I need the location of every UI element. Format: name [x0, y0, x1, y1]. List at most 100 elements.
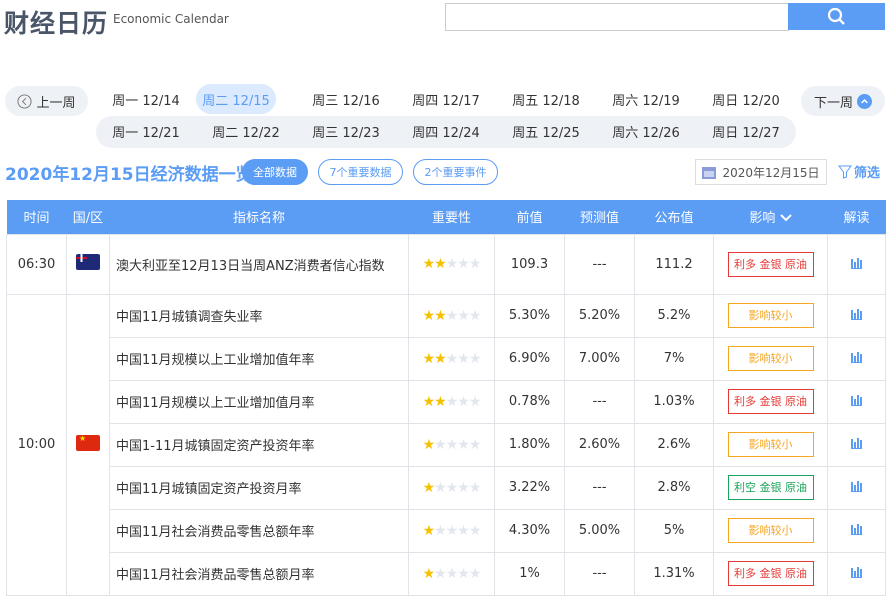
day-tab[interactable]: 周一 12/21 — [96, 116, 196, 146]
day-tab[interactable]: 周四 12/17 — [396, 84, 496, 114]
previous-value: 1% — [494, 551, 565, 596]
indicator-name[interactable]: 中国1-11月城镇固定资产投资年率 — [109, 422, 409, 467]
bar-chart-icon[interactable] — [851, 395, 862, 406]
indicator-name[interactable]: 中国11月城镇固定资产投资月率 — [109, 465, 409, 510]
importance-cell: ★★★★★ — [408, 336, 495, 381]
indicator-name[interactable]: 中国11月城镇调查失业率 — [109, 293, 409, 338]
indicator-name[interactable]: 中国11月规模以上工业增加值月率 — [109, 379, 409, 424]
col-forecast: 预测值 — [564, 200, 635, 234]
importance-cell: ★★★★★ — [408, 508, 495, 553]
filter-button[interactable]: 筛选 — [838, 162, 880, 181]
previous-value: 4.30% — [494, 508, 565, 553]
star-icon: ★ — [457, 307, 470, 324]
table-row: 中国11月规模以上工业增加值年率 ★★★★★ 6.90% 7.00% 7% 影响较小 — [7, 336, 886, 381]
summary-title: 2020年12月15日经济数据一览 — [5, 165, 253, 185]
col-actual: 公布值 — [634, 200, 714, 234]
indicator-name[interactable]: 中国11月规模以上工业增加值年率 — [109, 336, 409, 381]
star-icon: ★ — [468, 393, 482, 410]
impact-badge: 影响较小 — [727, 303, 814, 328]
impact-cell: 利多 金银 原油 — [713, 551, 828, 596]
china-flag-icon — [76, 434, 100, 451]
bar-chart-icon[interactable] — [851, 567, 862, 578]
star-icon: ★ — [422, 436, 436, 453]
search-input[interactable] — [445, 3, 789, 31]
interpretation-cell[interactable] — [827, 293, 886, 338]
star-icon: ★ — [434, 522, 447, 539]
star-icon: ★ — [445, 350, 459, 367]
prev-week-button[interactable]: 上一周 — [5, 86, 88, 116]
star-icon: ★ — [422, 256, 436, 272]
table-header: 时间 国/区 指标名称 重要性 前值 预测值 公布值 影响 解读 — [6, 200, 886, 234]
interpretation-cell[interactable] — [827, 233, 886, 295]
interpretation-cell[interactable] — [827, 336, 886, 381]
day-tab[interactable]: 周六 12/19 — [596, 84, 696, 114]
day-tab[interactable]: 周四 12/24 — [396, 116, 496, 146]
interpretation-cell[interactable] — [827, 551, 886, 596]
star-icon: ★ — [434, 307, 447, 324]
calendar-icon — [702, 166, 717, 179]
star-icon: ★ — [434, 479, 447, 496]
day-tab[interactable]: 周日 12/20 — [696, 84, 796, 114]
star-icon: ★ — [457, 479, 470, 496]
day-tab[interactable]: 周五 12/18 — [496, 84, 596, 114]
star-icon: ★ — [468, 522, 482, 539]
country-cell — [66, 293, 110, 596]
star-icon: ★ — [457, 436, 470, 453]
col-interpretation: 解读 — [827, 200, 886, 234]
indicator-name[interactable]: 中国11月社会消费品零售总额月率 — [109, 551, 409, 596]
table-row: 中国11月规模以上工业增加值月率 ★★★★★ 0.78% --- 1.03% 利多 金银 … — [7, 379, 886, 424]
importance-cell: ★★★★★ — [408, 465, 495, 510]
interpretation-cell[interactable] — [827, 465, 886, 510]
day-tab[interactable]: 周五 12/25 — [496, 116, 596, 146]
star-icon: ★ — [468, 256, 482, 272]
star-icon: ★ — [434, 393, 447, 410]
day-tab[interactable]: 周日 12/27 — [696, 116, 796, 146]
day-tab-active[interactable]: 周二 12/15 — [196, 84, 276, 114]
star-icon: ★ — [457, 522, 470, 539]
indicator-name[interactable]: 澳大利亚至12月13日当周ANZ消费者信心指数 — [109, 233, 409, 295]
bar-chart-icon[interactable] — [851, 352, 862, 363]
day-tab[interactable]: 周六 12/26 — [596, 116, 696, 146]
col-impact[interactable]: 影响 — [713, 200, 828, 234]
interpretation-cell[interactable] — [827, 422, 886, 467]
star-icon: ★ — [434, 436, 447, 453]
bar-chart-icon[interactable] — [851, 438, 862, 449]
importance-cell: ★★★★★ — [408, 379, 495, 424]
actual-value: 2.8% — [634, 465, 714, 510]
star-icon: ★ — [468, 436, 482, 453]
impact-cell: 影响较小 — [713, 508, 828, 553]
filter-important-events[interactable]: 2个重要事件 — [413, 159, 498, 185]
actual-value: 111.2 — [634, 233, 714, 295]
star-icon: ★ — [445, 522, 459, 539]
prev-week-label: 上一周 — [36, 95, 76, 111]
search-button[interactable] — [788, 3, 885, 30]
day-tab[interactable]: 周三 12/16 — [296, 84, 396, 114]
indicator-name[interactable]: 中国11月社会消费品零售总额年率 — [109, 508, 409, 553]
day-tab[interactable]: 周一 12/14 — [96, 84, 196, 114]
bar-chart-icon[interactable] — [851, 257, 862, 269]
forecast-value: --- — [564, 465, 635, 510]
actual-value: 5.2% — [634, 293, 714, 338]
next-week-button[interactable]: 下一周 — [801, 86, 885, 116]
date-picker[interactable]: 2020年12月15日 — [695, 159, 827, 185]
impact-badge: 影响较小 — [727, 518, 814, 543]
table-row: 中国11月社会消费品零售总额月率 ★★★★★ 1% --- 1.31% 利多 金银 原油 — [7, 551, 886, 596]
day-tab[interactable]: 周二 12/22 — [196, 116, 296, 146]
bar-chart-icon[interactable] — [851, 481, 862, 492]
star-icon: ★ — [445, 393, 459, 410]
bar-chart-icon[interactable] — [851, 309, 862, 320]
previous-value: 109.3 — [494, 233, 565, 295]
forecast-value: --- — [564, 379, 635, 424]
star-icon: ★ — [445, 307, 459, 324]
chevron-down-icon — [779, 214, 792, 222]
forecast-value: 5.00% — [564, 508, 635, 553]
day-tab[interactable]: 周三 12/23 — [296, 116, 396, 146]
impact-badge: 利空 金银 原油 — [727, 475, 814, 500]
impact-badge: 影响较小 — [727, 346, 814, 371]
filter-all-data[interactable]: 全部数据 — [242, 159, 308, 185]
filter-important-data[interactable]: 7个重要数据 — [318, 159, 403, 185]
bar-chart-icon[interactable] — [851, 524, 862, 535]
interpretation-cell[interactable] — [827, 379, 886, 424]
star-icon: ★ — [468, 350, 482, 367]
interpretation-cell[interactable] — [827, 508, 886, 553]
